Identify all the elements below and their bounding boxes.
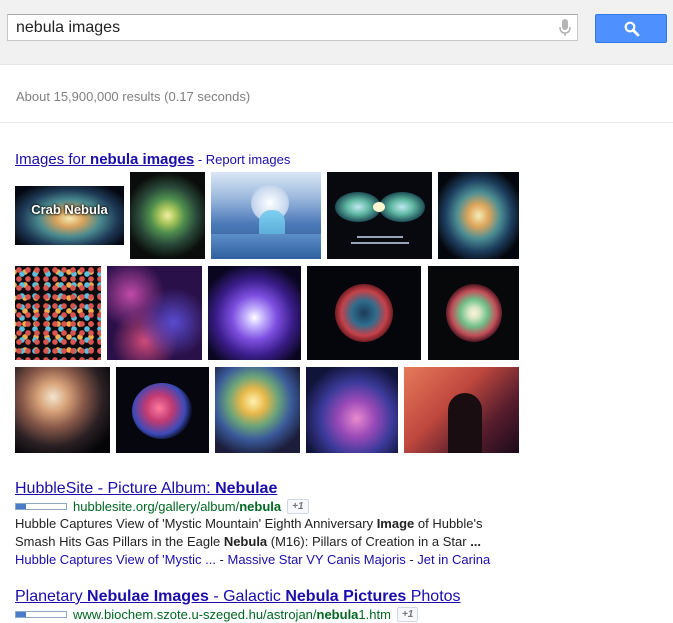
microphone-icon[interactable] [559, 19, 571, 37]
image-thumbnail[interactable] [107, 266, 202, 360]
image-thumbnail[interactable] [15, 367, 110, 453]
plus-one-button[interactable]: +1 [287, 499, 309, 514]
image-thumbnail[interactable] [208, 266, 301, 360]
result-stats: About 15,900,000 results (0.17 seconds) [16, 89, 251, 104]
result-url-line: hubblesite.org/gallery/album/nebula +1 [15, 498, 490, 515]
image-thumbnail[interactable] [306, 367, 398, 453]
result-url-line: www.biochem.szote.u-szeged.hu/astrojan/n… [15, 606, 461, 623]
image-thumbnail[interactable] [215, 367, 300, 453]
search-button[interactable] [595, 14, 667, 43]
image-thumbnail[interactable] [404, 367, 519, 453]
report-images-link[interactable]: Report images [206, 152, 291, 167]
image-thumbnail[interactable] [438, 172, 519, 259]
sitelink[interactable]: Massive Star VY Canis Majoris [228, 552, 406, 567]
search-header [0, 0, 673, 65]
divider [0, 122, 673, 123]
image-thumbnail[interactable] [428, 266, 519, 360]
pagerank-bar [15, 503, 67, 510]
image-thumbnail[interactable]: Crab Nebula [15, 186, 124, 245]
result-title-link[interactable]: Planetary Nebulae Images - Galactic Nebu… [15, 588, 461, 606]
image-thumbnail[interactable] [15, 266, 101, 360]
sitelink[interactable]: Hubble Captures View of 'Mystic ... [15, 552, 216, 567]
result-url: www.biochem.szote.u-szeged.hu/astrojan/n… [73, 607, 391, 622]
image-thumbnail[interactable] [116, 367, 209, 453]
sitelinks: Hubble Captures View of 'Mystic ... - Ma… [15, 552, 491, 567]
magnifier-icon [624, 21, 640, 37]
result-title-link[interactable]: HubbleSite - Picture Album: Nebulae [15, 480, 490, 498]
images-header: Images for nebula images - Report images [15, 151, 291, 168]
result-snippet: Hubble Captures View of 'Mystic Mountain… [15, 516, 483, 549]
search-input[interactable] [16, 15, 546, 40]
search-result: Planetary Nebulae Images - Galactic Nebu… [15, 588, 461, 623]
image-thumbnail[interactable] [307, 266, 421, 360]
search-box[interactable] [7, 14, 578, 41]
image-thumbnail[interactable] [130, 172, 205, 259]
plus-one-button[interactable]: +1 [396, 607, 419, 622]
result-url: hubblesite.org/gallery/album/nebula [73, 499, 282, 514]
pagerank-bar [15, 611, 67, 618]
images-for-link[interactable]: Images for nebula images [15, 151, 194, 168]
image-thumbnail[interactable] [327, 172, 432, 259]
sitelink[interactable]: Jet in Carina [417, 552, 490, 567]
search-result: HubbleSite - Picture Album: Nebulae hubb… [15, 480, 490, 567]
image-thumbnail[interactable] [211, 172, 321, 259]
image-caption: Crab Nebula [31, 202, 108, 217]
